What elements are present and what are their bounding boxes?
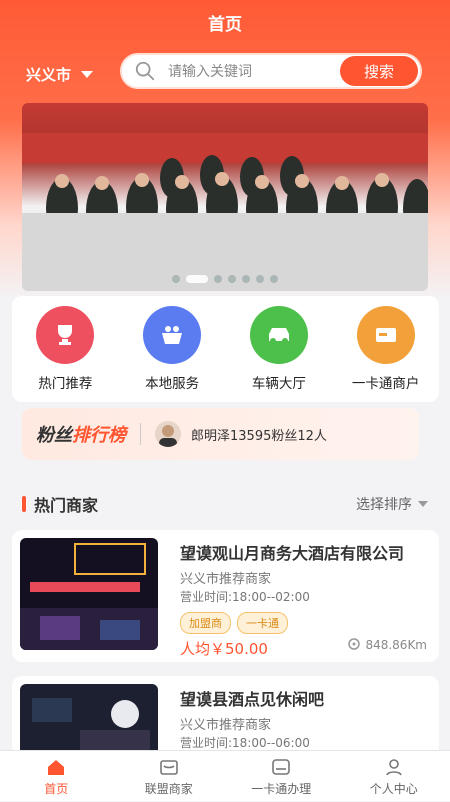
tab-profile[interactable]: 个人中心: [339, 756, 449, 797]
quick-item-vehicle-hall[interactable]: 车辆大厅: [229, 306, 329, 392]
merchant-card[interactable]: 望谟县酒点见休闲吧 兴义市推荐商家 营业时间:18:00--06:00: [12, 676, 439, 756]
sort-label: 选择排序: [356, 497, 412, 513]
merchant-hours: 营业时间:18:00--06:00: [180, 736, 310, 750]
merchant-distance: 848.86Km: [347, 638, 427, 652]
carousel-dot[interactable]: [242, 275, 250, 283]
car-icon: [249, 306, 308, 364]
section-title: 热门商家: [22, 492, 98, 516]
tab-label: 个人中心: [369, 781, 418, 796]
tab-label: 联盟商家: [144, 781, 193, 796]
merchant-subtitle: 兴义市推荐商家: [180, 718, 272, 733]
merchant-name: 望谟县酒点见休闲吧: [180, 690, 325, 709]
banner-carousel[interactable]: [22, 103, 428, 291]
home-icon: [48, 759, 65, 775]
carousel-indicator: [22, 275, 428, 283]
city-label: 兴义市: [26, 66, 72, 84]
sort-dropdown[interactable]: 选择排序: [356, 494, 428, 514]
quick-item-label: 一卡通商户: [351, 376, 420, 392]
search-input[interactable]: 请输入关键词: [168, 61, 340, 81]
trophy-icon: [36, 306, 95, 364]
merchant-tags: 加盟商 一卡通: [180, 612, 288, 634]
fans-ranking-title-a: 粉丝: [36, 425, 72, 446]
carousel-dot[interactable]: [186, 275, 208, 283]
shop-icon: [159, 759, 178, 775]
card-icon: [356, 306, 415, 364]
merchant-subtitle: 兴义市推荐商家: [180, 572, 272, 587]
merchant-price: 人均￥50.00: [180, 640, 268, 658]
distance-value: 848.86Km: [365, 638, 427, 652]
user-icon: [385, 758, 402, 775]
quick-item-local-service[interactable]: 本地服务: [122, 306, 222, 392]
tab-label: 一卡通办理: [251, 781, 312, 796]
quick-item-label: 车辆大厅: [251, 376, 306, 392]
tab-merchants[interactable]: 联盟商家: [114, 756, 224, 797]
carousel-dot[interactable]: [256, 275, 264, 283]
search-button[interactable]: 搜索: [340, 56, 418, 86]
carousel-dot[interactable]: [270, 275, 278, 283]
tab-card-apply[interactable]: 一卡通办理: [226, 756, 336, 797]
merchant-card[interactable]: 望谟观山月商务大酒店有限公司 兴义市推荐商家 营业时间:18:00--02:00…: [12, 530, 439, 662]
merchant-photo: [20, 684, 158, 756]
location-pin-icon: [348, 638, 361, 650]
chevron-down-icon: [418, 501, 428, 507]
fans-ranking-title-b: 排行榜: [72, 425, 126, 446]
wallet-icon: [272, 758, 291, 775]
merchant-hours: 营业时间:18:00--02:00: [180, 590, 310, 604]
basket-icon: [143, 306, 202, 364]
quick-item-hot[interactable]: 热门推荐: [15, 306, 115, 392]
quick-item-label: 热门推荐: [38, 376, 93, 392]
carousel-dot[interactable]: [228, 275, 236, 283]
fans-ranking-banner[interactable]: 粉丝排行榜 郎明泽13595粉丝12人: [22, 408, 419, 460]
search-bar[interactable]: 请输入关键词 搜索: [120, 53, 422, 89]
tag-franchise: 加盟商: [180, 612, 231, 634]
city-selector[interactable]: 兴义市: [26, 64, 94, 85]
tag-card: 一卡通: [237, 612, 288, 634]
carousel-dot[interactable]: [214, 275, 222, 283]
quick-item-label: 本地服务: [145, 376, 200, 392]
quick-nav: 热门推荐 本地服务 车辆大厅 一卡通商户: [12, 296, 439, 402]
tab-home[interactable]: 首页: [1, 756, 111, 797]
avatar: [155, 421, 181, 447]
chevron-down-icon: [81, 71, 94, 78]
merchant-name: 望谟观山月商务大酒店有限公司: [180, 544, 405, 563]
section-header: 热门商家 选择排序: [22, 492, 428, 516]
fans-ranking-title: 粉丝排行榜: [36, 421, 126, 447]
search-icon: [135, 61, 155, 81]
carousel-dot[interactable]: [172, 275, 180, 283]
tab-label: 首页: [44, 781, 69, 796]
title-accent: [22, 496, 26, 512]
divider: [140, 423, 141, 445]
section-title-text: 热门商家: [34, 496, 99, 515]
merchant-photo: [20, 538, 158, 650]
page-title: 首页: [208, 15, 242, 35]
quick-item-card-merchant[interactable]: 一卡通商户: [336, 306, 436, 392]
fans-ranking-text: 郎明泽13595粉丝12人: [191, 428, 327, 444]
bottom-tab-bar: 首页 联盟商家 一卡通办理 个人中心: [0, 750, 450, 801]
